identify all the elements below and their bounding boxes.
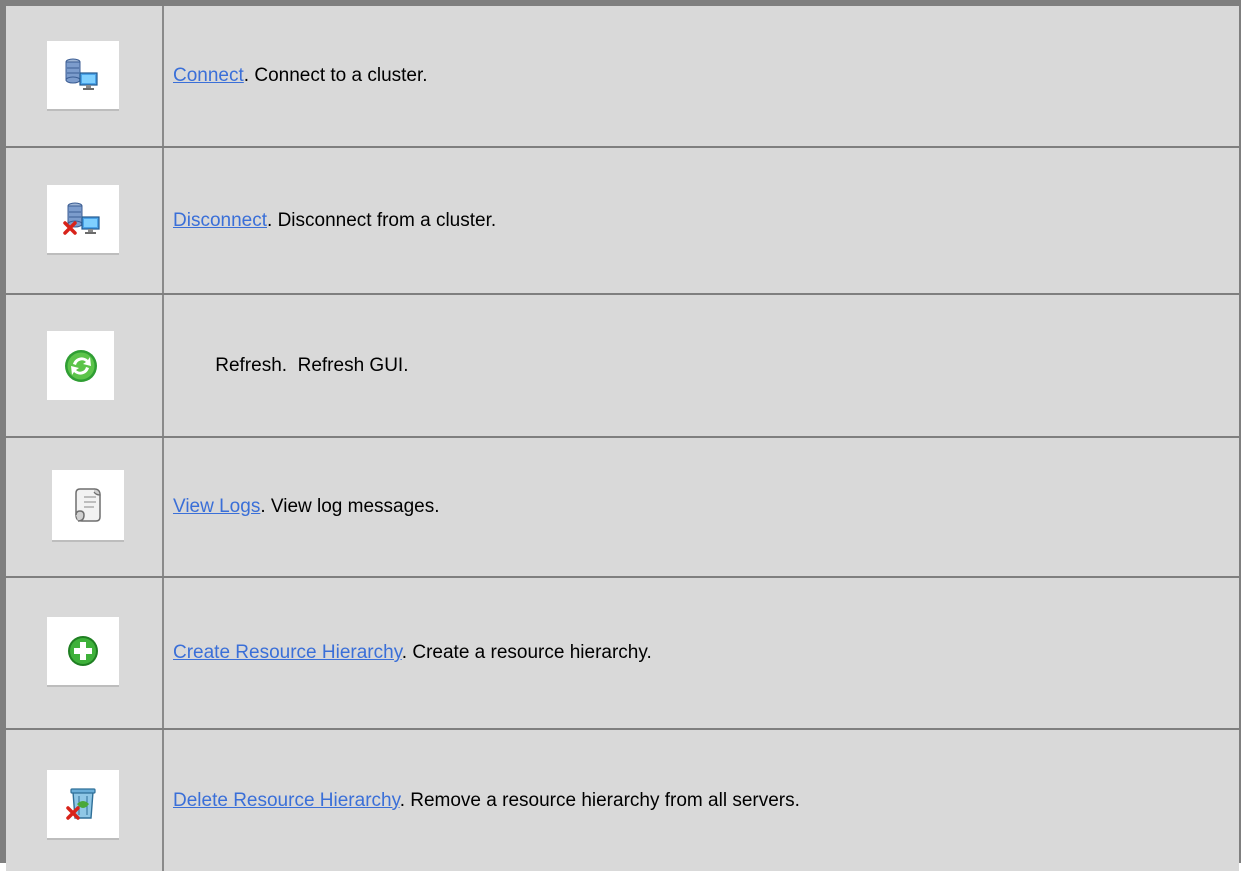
icon-cell (6, 147, 164, 295)
table-row-delete-resource-hierarchy: Delete Resource Hierarchy. Remove a reso… (6, 729, 1239, 871)
refresh-icon[interactable] (47, 331, 114, 400)
delete-trash-icon[interactable] (47, 770, 119, 838)
disconnect-description: Disconnect from a cluster. (277, 209, 497, 231)
icon-cell (6, 294, 164, 438)
separator: . (401, 642, 413, 663)
table-row-view-logs: View Logs. View log messages. (6, 437, 1239, 578)
connect-link[interactable]: Connect (173, 65, 244, 86)
icon-cell (6, 729, 164, 871)
description-cell: Refresh. Refresh GUI. (163, 294, 1239, 438)
description-cell: Create Resource Hierarchy. Create a reso… (163, 577, 1239, 730)
description-cell: Disconnect. Disconnect from a cluster. (163, 147, 1239, 295)
connect-description: Connect to a cluster. (254, 65, 428, 86)
table-row-refresh: Refresh. Refresh GUI. (6, 294, 1239, 438)
table-row-connect: Connect. Connect to a cluster. (6, 6, 1239, 148)
description-cell: Connect. Connect to a cluster. (163, 6, 1239, 148)
delete-resource-hierarchy-link[interactable]: Delete Resource Hierarchy (173, 790, 400, 811)
refresh-label: Refresh. (215, 354, 288, 376)
description-cell: View Logs. View log messages. (163, 437, 1239, 578)
delete-resource-hierarchy-description: Remove a resource hierarchy from all ser… (410, 789, 800, 811)
separator: . (243, 65, 255, 86)
separator: . (399, 789, 411, 811)
separator: . (267, 209, 278, 231)
connect-server-icon[interactable] (47, 41, 119, 109)
icon-cell (6, 437, 164, 578)
table-row-create-resource-hierarchy: Create Resource Hierarchy. Create a reso… (6, 577, 1239, 730)
disconnect-server-icon[interactable] (47, 185, 119, 253)
separator: . (260, 496, 271, 517)
log-scroll-icon[interactable] (52, 470, 124, 540)
add-plus-icon[interactable] (47, 617, 119, 685)
disconnect-link[interactable]: Disconnect (173, 210, 267, 231)
icon-cell (6, 577, 164, 730)
refresh-description: Refresh GUI. (287, 354, 409, 376)
description-cell: Delete Resource Hierarchy. Remove a reso… (163, 729, 1239, 871)
view-logs-description: View log messages. (270, 496, 440, 517)
icon-cell (6, 6, 164, 148)
table-row-disconnect: Disconnect. Disconnect from a cluster. (6, 147, 1239, 295)
toolbar-reference-table: Connect. Connect to a cluster. Disconnec… (6, 6, 1239, 871)
create-resource-hierarchy-link[interactable]: Create Resource Hierarchy (173, 642, 402, 663)
create-resource-hierarchy-description: Create a resource hierarchy. (412, 642, 652, 663)
view-logs-link[interactable]: View Logs (173, 496, 260, 517)
